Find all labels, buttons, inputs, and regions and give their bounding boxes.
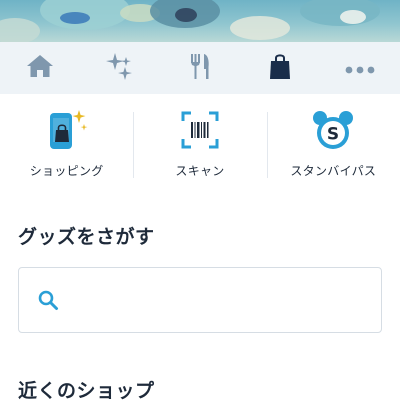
- shopping-label: ショッピング: [29, 164, 104, 178]
- category-nav-bar: [0, 42, 400, 94]
- nav-entertainment[interactable]: [80, 42, 160, 94]
- search-section-title: グッズをさがす: [18, 226, 155, 248]
- shortcut-actions: ショッピング スキャン S スタンバイパス: [0, 108, 400, 188]
- barcode-scan-icon: [175, 108, 225, 152]
- nav-dining[interactable]: [160, 42, 240, 94]
- sparkle-stars-icon: [105, 51, 135, 85]
- standby-pass-button[interactable]: S スタンバイパス: [266, 108, 400, 188]
- shopping-bag-icon: [268, 52, 292, 84]
- standby-pass-icon: S: [308, 108, 358, 152]
- fork-knife-icon: [188, 52, 212, 84]
- svg-text:S: S: [327, 125, 339, 145]
- search-input[interactable]: [73, 268, 381, 332]
- hero-banner: [0, 0, 400, 42]
- scan-label: スキャン: [175, 164, 225, 178]
- nav-more[interactable]: [320, 42, 400, 94]
- phone-shopping-bag-icon: [42, 108, 92, 152]
- nav-shopping[interactable]: [240, 42, 320, 94]
- search-box[interactable]: [18, 267, 382, 333]
- search-icon: [23, 289, 73, 311]
- shopping-button[interactable]: ショッピング: [0, 108, 133, 188]
- home-icon: [25, 53, 55, 83]
- more-dots-icon: [345, 59, 375, 78]
- scan-button[interactable]: スキャン: [133, 108, 266, 188]
- standby-pass-label: スタンバイパス: [290, 164, 377, 178]
- nearby-shops-title: 近くのショップ: [18, 380, 155, 400]
- nav-home[interactable]: [0, 42, 80, 94]
